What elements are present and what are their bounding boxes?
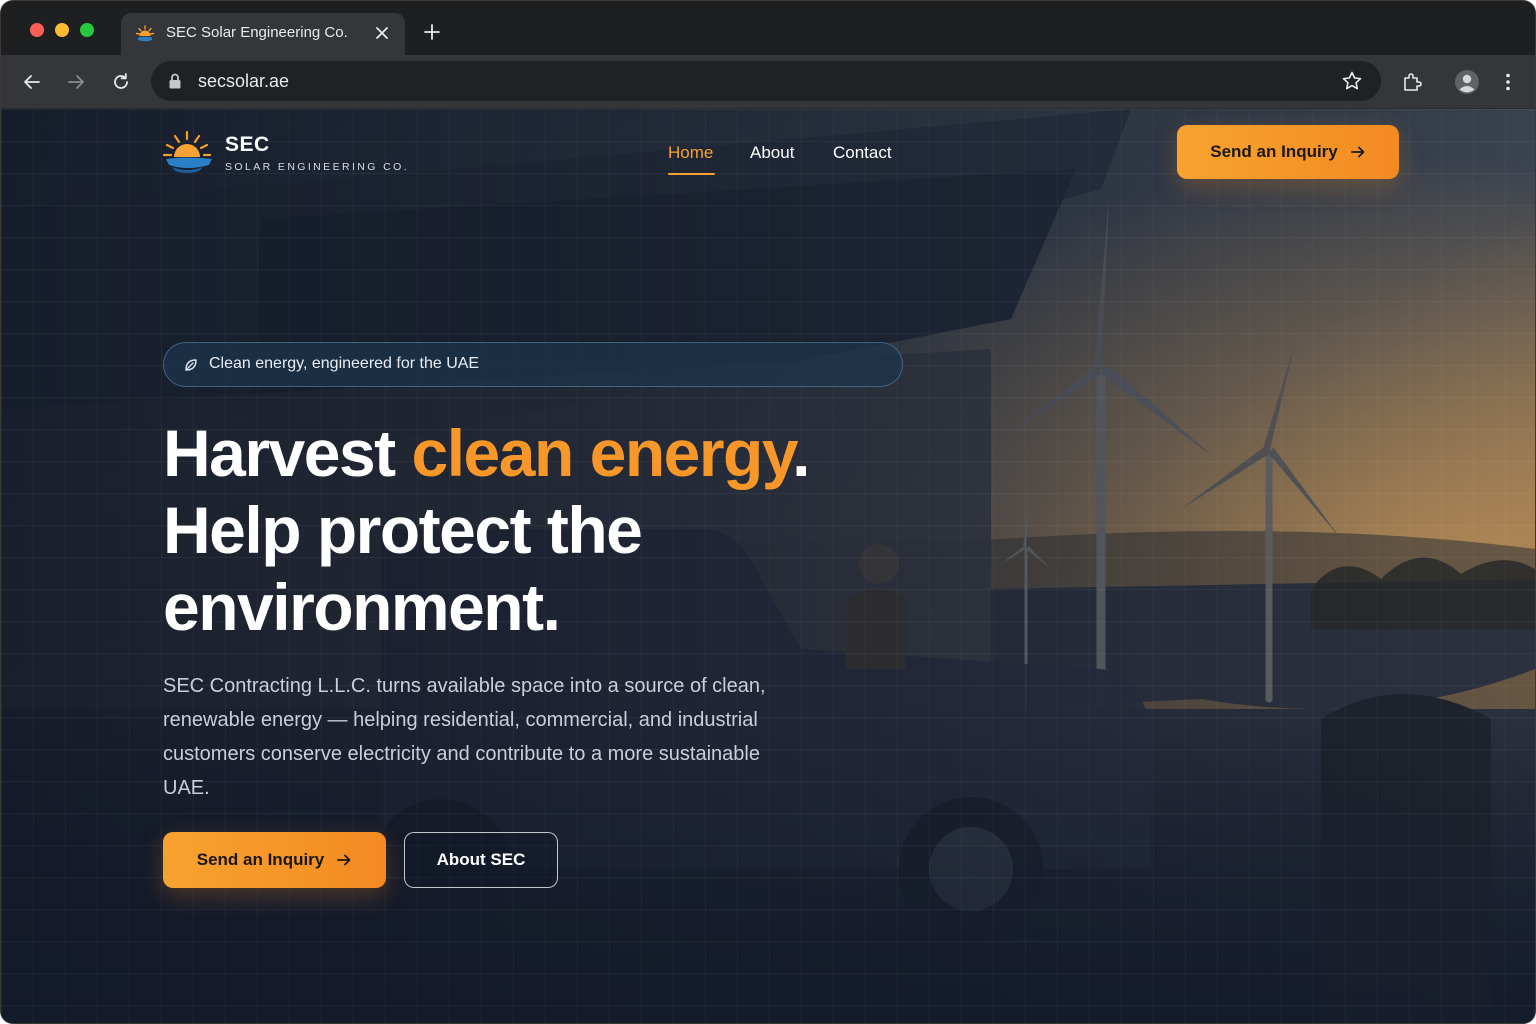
extensions-icon[interactable] xyxy=(1401,71,1423,93)
tagline-text: Clean energy, engineered for the UAE xyxy=(209,355,480,372)
header-inquiry-label: Send an Inquiry xyxy=(1210,142,1338,161)
header-inquiry-button[interactable]: Send an Inquiry xyxy=(1177,125,1399,179)
about-sec-button[interactable]: About SEC xyxy=(404,832,558,888)
hero-headline: Harvest clean energy. Help protect the e… xyxy=(163,415,883,646)
headline-part2: . xyxy=(792,416,810,490)
arrow-right-icon xyxy=(337,854,351,866)
plus-icon[interactable] xyxy=(421,21,443,43)
page-viewport: SEC SOLAR ENGINEERING CO. Home About Con… xyxy=(1,109,1535,1023)
nav-about-link[interactable]: About xyxy=(750,143,794,163)
tab-strip: SEC Solar Engineering Co. xyxy=(1,1,1535,55)
reload-icon[interactable] xyxy=(110,71,132,93)
browser-tab[interactable]: SEC Solar Engineering Co. xyxy=(121,13,405,55)
leaf-icon xyxy=(185,359,197,371)
back-icon[interactable] xyxy=(21,71,43,93)
close-icon[interactable] xyxy=(373,24,391,42)
hero-description: SEC Contracting L.L.C. turns available s… xyxy=(163,675,766,799)
minimize-window-button[interactable] xyxy=(55,23,69,37)
address-bar[interactable]: secsolar.ae xyxy=(151,61,1381,101)
lock-icon[interactable] xyxy=(167,72,183,90)
site-logo[interactable]: SEC SOLAR ENGINEERING CO. xyxy=(163,127,407,177)
close-window-button[interactable] xyxy=(30,23,44,37)
arrow-right-icon xyxy=(1350,146,1365,158)
forward-icon[interactable] xyxy=(65,71,87,93)
browser-window: SEC Solar Engineering Co. secsolar.ae SE… xyxy=(1,1,1535,1023)
headline-line2: Help protect the environment. xyxy=(163,493,643,644)
nav-active-underline xyxy=(668,173,715,175)
hero-inquiry-button[interactable]: Send an Inquiry xyxy=(163,832,386,888)
headline-part1: Harvest xyxy=(163,416,412,490)
sun-favicon-icon xyxy=(135,25,155,42)
maximize-window-button[interactable] xyxy=(80,23,94,37)
profile-icon[interactable] xyxy=(1454,69,1480,95)
menu-icon[interactable] xyxy=(1497,71,1519,93)
logo-subtitle: SOLAR ENGINEERING CO. xyxy=(225,161,410,173)
nav-home-link[interactable]: Home xyxy=(668,143,713,163)
hero-inquiry-label: Send an Inquiry xyxy=(196,850,325,869)
tab-title: SEC Solar Engineering Co. xyxy=(166,24,348,41)
browser-toolbar: secsolar.ae xyxy=(1,55,1535,109)
tagline-pill: Clean energy, engineered for the UAE xyxy=(163,342,903,387)
logo-title: SEC xyxy=(225,133,270,156)
star-icon[interactable] xyxy=(1341,70,1363,92)
headline-accent: clean energy xyxy=(411,416,794,490)
sun-logo-icon xyxy=(163,130,212,173)
about-sec-label: About SEC xyxy=(436,850,526,869)
url-text[interactable]: secsolar.ae xyxy=(198,71,289,92)
nav-contact-link[interactable]: Contact xyxy=(833,143,892,163)
